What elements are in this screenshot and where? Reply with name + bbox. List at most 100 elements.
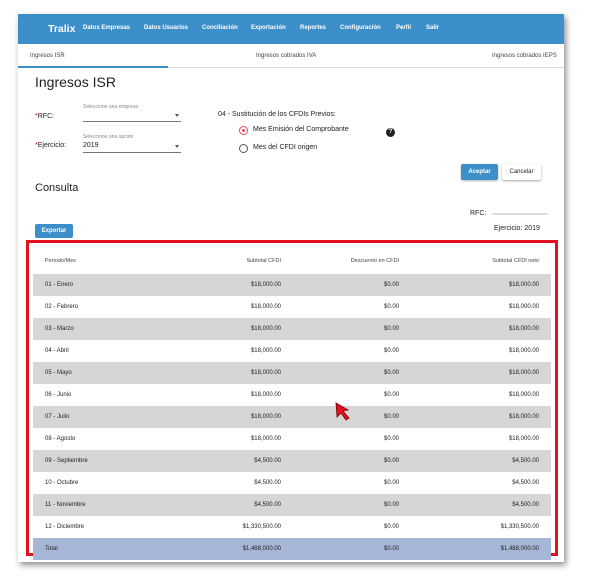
tab-ingresos-ieps[interactable]: Ingresos cobrados IEPS: [492, 53, 557, 59]
subtotal-cell: $18,000.00: [250, 392, 281, 398]
chevron-down-icon: [175, 145, 179, 148]
redacted-rfc-value: [492, 213, 548, 215]
ejercicio-select[interactable]: 2019: [83, 141, 181, 153]
header-subtotal-neto[interactable]: Subtotal CFDI neto: [411, 248, 551, 274]
tab-ingresos-isr[interactable]: Ingresos ISR: [30, 53, 65, 59]
subtotal-neto-cell: $18,000.00: [508, 392, 539, 398]
periodo-cell: 09 - Septiembre: [33, 450, 163, 472]
table-row: 04 - Abril $18,000.00 $0.00 $18,000.00: [33, 340, 551, 362]
ejercicio-helper-text: Seleccione una opción: [83, 134, 134, 140]
descuento-cell: $0.00: [293, 362, 411, 384]
top-navbar: Tralix Datos Empresas Datos Usuarios Con…: [18, 14, 564, 44]
consulta-rfc-label: RFC:: [470, 210, 487, 217]
consulta-ejercicio: Ejercicio: 2019: [494, 225, 540, 232]
subtotal-cell: $18,000.00: [250, 436, 281, 442]
periodo-cell: 05 - Mayo: [33, 362, 163, 384]
total-descuento-cell: $0.00: [293, 538, 411, 560]
nav-datos-empresas[interactable]: Datos Empresas: [83, 25, 130, 31]
subtotal-neto-cell: $18,000.00: [411, 274, 551, 296]
table-row: 05 - Mayo $18,000.00 $0.00 $18,000.00: [33, 362, 551, 384]
descuento-cell: $0.00: [293, 494, 411, 516]
subtotal-cell: $18,000.00: [250, 348, 281, 354]
active-tab-indicator: [18, 66, 168, 68]
accept-button[interactable]: Aceptar: [461, 164, 498, 180]
subtotal-cell: $18,000.00: [250, 304, 281, 310]
results-highlight-box: Periodo/Mes Subtotal CFDI Descuento en C…: [26, 240, 558, 560]
chevron-down-icon: [175, 114, 179, 117]
subtotal-neto-cell: $18,000.00: [508, 436, 539, 442]
radio-mes-cfdi-origen[interactable]: [239, 144, 248, 153]
periodo-cell: 10 - Octubre: [45, 480, 79, 486]
descuento-cell: $0.00: [383, 348, 399, 354]
subtotal-neto-cell: $4,500.00: [411, 450, 551, 472]
periodo-cell: 02 - Febrero: [45, 304, 79, 310]
subtotal-neto-cell: $1,330,500.00: [500, 524, 539, 530]
nav-salir[interactable]: Salir: [426, 25, 439, 31]
table-row: 01 - Enero $18,000.00 $0.00 $18,000.00: [33, 274, 551, 296]
nav-perfil[interactable]: Perfil: [396, 25, 411, 31]
tab-ingresos-iva[interactable]: Ingresos cobrados IVA: [256, 53, 316, 59]
subtotal-neto-cell: $18,000.00: [508, 304, 539, 310]
table-row: 12 - Diciembre $1,330,500.00 $0.00 $1,330,5…: [33, 516, 551, 538]
mouse-pointer-icon: [335, 402, 350, 421]
periodo-cell: 06 - Junio: [45, 392, 72, 398]
table-row: 06 - Junio $18,000.00 $0.00 $18,000.00: [33, 384, 551, 406]
rfc-select[interactable]: [83, 110, 181, 122]
cancel-button[interactable]: Cancelar: [502, 164, 541, 180]
header-descuento[interactable]: Descuento en CFDI: [293, 248, 411, 274]
subtotal-cell: $18,000.00: [163, 362, 293, 384]
subtotal-neto-cell: $18,000.00: [411, 362, 551, 384]
periodo-cell: 07 - Julio: [33, 406, 163, 428]
subtotal-neto-cell: $18,000.00: [508, 348, 539, 354]
table-total-row: Total $1,488,000.00 $0.00 $1,488,000.00: [33, 538, 551, 560]
rfc-label: *RFC:: [35, 113, 55, 120]
descuento-cell: $0.00: [293, 274, 411, 296]
subtotal-neto-cell: $18,000.00: [411, 406, 551, 428]
table-row: 08 - Agosto $18,000.00 $0.00 $18,000.00: [33, 428, 551, 450]
ejercicio-label: *Ejercicio:: [35, 142, 67, 149]
nav-exportacion[interactable]: Exportación: [251, 25, 286, 31]
radio-mes-emision[interactable]: [239, 126, 248, 135]
subtotal-neto-cell: $18,000.00: [411, 318, 551, 340]
periodo-cell: 11 - Noviembre: [33, 494, 163, 516]
subtotal-cell: $4,500.00: [163, 494, 293, 516]
subtotal-cell: $4,500.00: [163, 450, 293, 472]
page-title: Ingresos ISR: [35, 74, 116, 90]
descuento-cell: $0.00: [383, 436, 399, 442]
table-row: 03 - Marzo $18,000.00 $0.00 $18,000.00: [33, 318, 551, 340]
nav-conciliacion[interactable]: Conciliación: [202, 25, 238, 31]
subtotal-cell: $18,000.00: [163, 318, 293, 340]
descuento-cell: $0.00: [383, 524, 399, 530]
report-tabs: Ingresos ISR Ingresos cobrados IVA Ingre…: [18, 46, 564, 68]
nav-reportes[interactable]: Reportes: [300, 25, 326, 31]
table-row: 07 - Julio $18,000.00 $0.00 $18,000.00: [33, 406, 551, 428]
table-row: 11 - Noviembre $4,500.00 $0.00 $4,500.00: [33, 494, 551, 516]
periodo-cell: 01 - Enero: [33, 274, 163, 296]
total-subtotal-neto-cell: $1,488,000.00: [411, 538, 551, 560]
subtotal-cell: $1,330,500.00: [242, 524, 281, 530]
nav-datos-usuarios[interactable]: Datos Usuarios: [144, 25, 188, 31]
header-subtotal[interactable]: Subtotal CFDI: [163, 248, 293, 274]
total-subtotal-cell: $1,488,000.00: [163, 538, 293, 560]
descuento-cell: $0.00: [383, 304, 399, 310]
brand-logo[interactable]: Tralix: [48, 23, 75, 35]
app-window: Tralix Datos Empresas Datos Usuarios Con…: [18, 14, 564, 562]
header-periodo[interactable]: Periodo/Mes: [33, 248, 163, 274]
table-header-row: Periodo/Mes Subtotal CFDI Descuento en C…: [33, 248, 551, 274]
radio-mes-emision-label: Mes Emisión del Comprobante: [253, 126, 349, 133]
nav-configuracion[interactable]: Configuración: [340, 25, 381, 31]
descuento-cell: $0.00: [293, 318, 411, 340]
descuento-cell: $0.00: [293, 406, 411, 428]
periodo-cell: 03 - Marzo: [33, 318, 163, 340]
question-circle-icon[interactable]: ?: [386, 128, 395, 137]
descuento-cell: $0.00: [383, 480, 399, 486]
table-row: 09 - Septiembre $4,500.00 $0.00 $4,500.00: [33, 450, 551, 472]
periodo-cell: 08 - Agosto: [45, 436, 76, 442]
periodo-cell: 04 - Abril: [45, 348, 69, 354]
table-row: 10 - Octubre $4,500.00 $0.00 $4,500.00: [33, 472, 551, 494]
subtotal-cell: $4,500.00: [254, 480, 281, 486]
consulta-title: Consulta: [35, 182, 79, 194]
total-periodo-cell: Total: [33, 538, 163, 560]
sustitucion-label: 04 - Sustitución de los CFDIs Previos:: [218, 111, 336, 118]
export-button[interactable]: Exportar: [35, 224, 73, 238]
